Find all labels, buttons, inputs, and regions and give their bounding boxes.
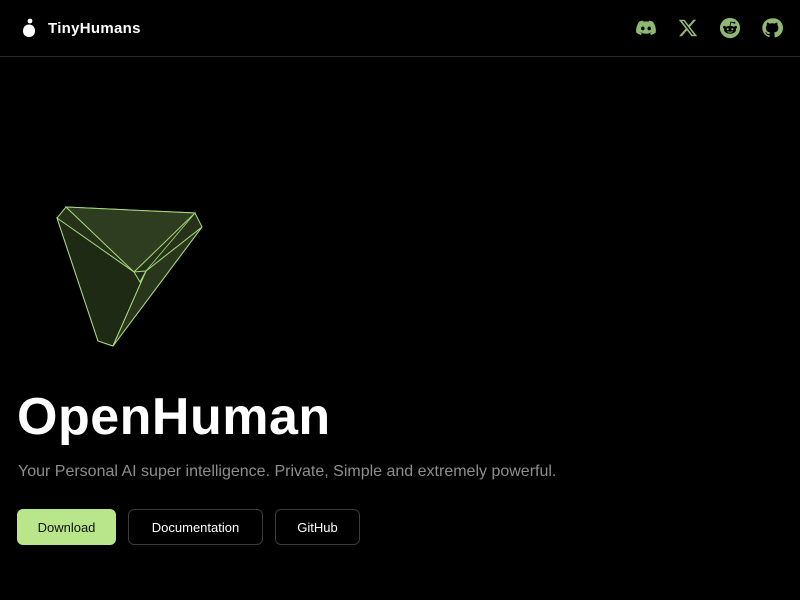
github-link[interactable]	[760, 16, 784, 40]
brand-link[interactable]: TinyHumans	[20, 18, 141, 38]
reddit-icon	[719, 17, 741, 39]
github-icon	[762, 18, 783, 38]
hero-actions: Download Documentation GitHub	[17, 509, 360, 545]
social-links	[634, 16, 784, 40]
discord-link[interactable]	[634, 16, 658, 40]
brand-name: TinyHumans	[48, 19, 141, 37]
hero-title: OpenHuman	[17, 388, 331, 446]
tinyhumans-logo-icon	[23, 18, 35, 37]
download-button[interactable]: Download	[17, 509, 116, 545]
hero-tetrahedron-graphic	[56, 206, 203, 347]
x-link[interactable]	[676, 16, 700, 40]
discord-icon	[636, 20, 656, 35]
x-icon	[678, 19, 698, 37]
documentation-button[interactable]: Documentation	[128, 509, 263, 545]
reddit-link[interactable]	[718, 16, 742, 40]
site-header: TinyHumans	[0, 0, 800, 57]
hero-subtitle: Your Personal AI super intelligence. Pri…	[18, 463, 557, 480]
github-button[interactable]: GitHub	[275, 509, 360, 545]
